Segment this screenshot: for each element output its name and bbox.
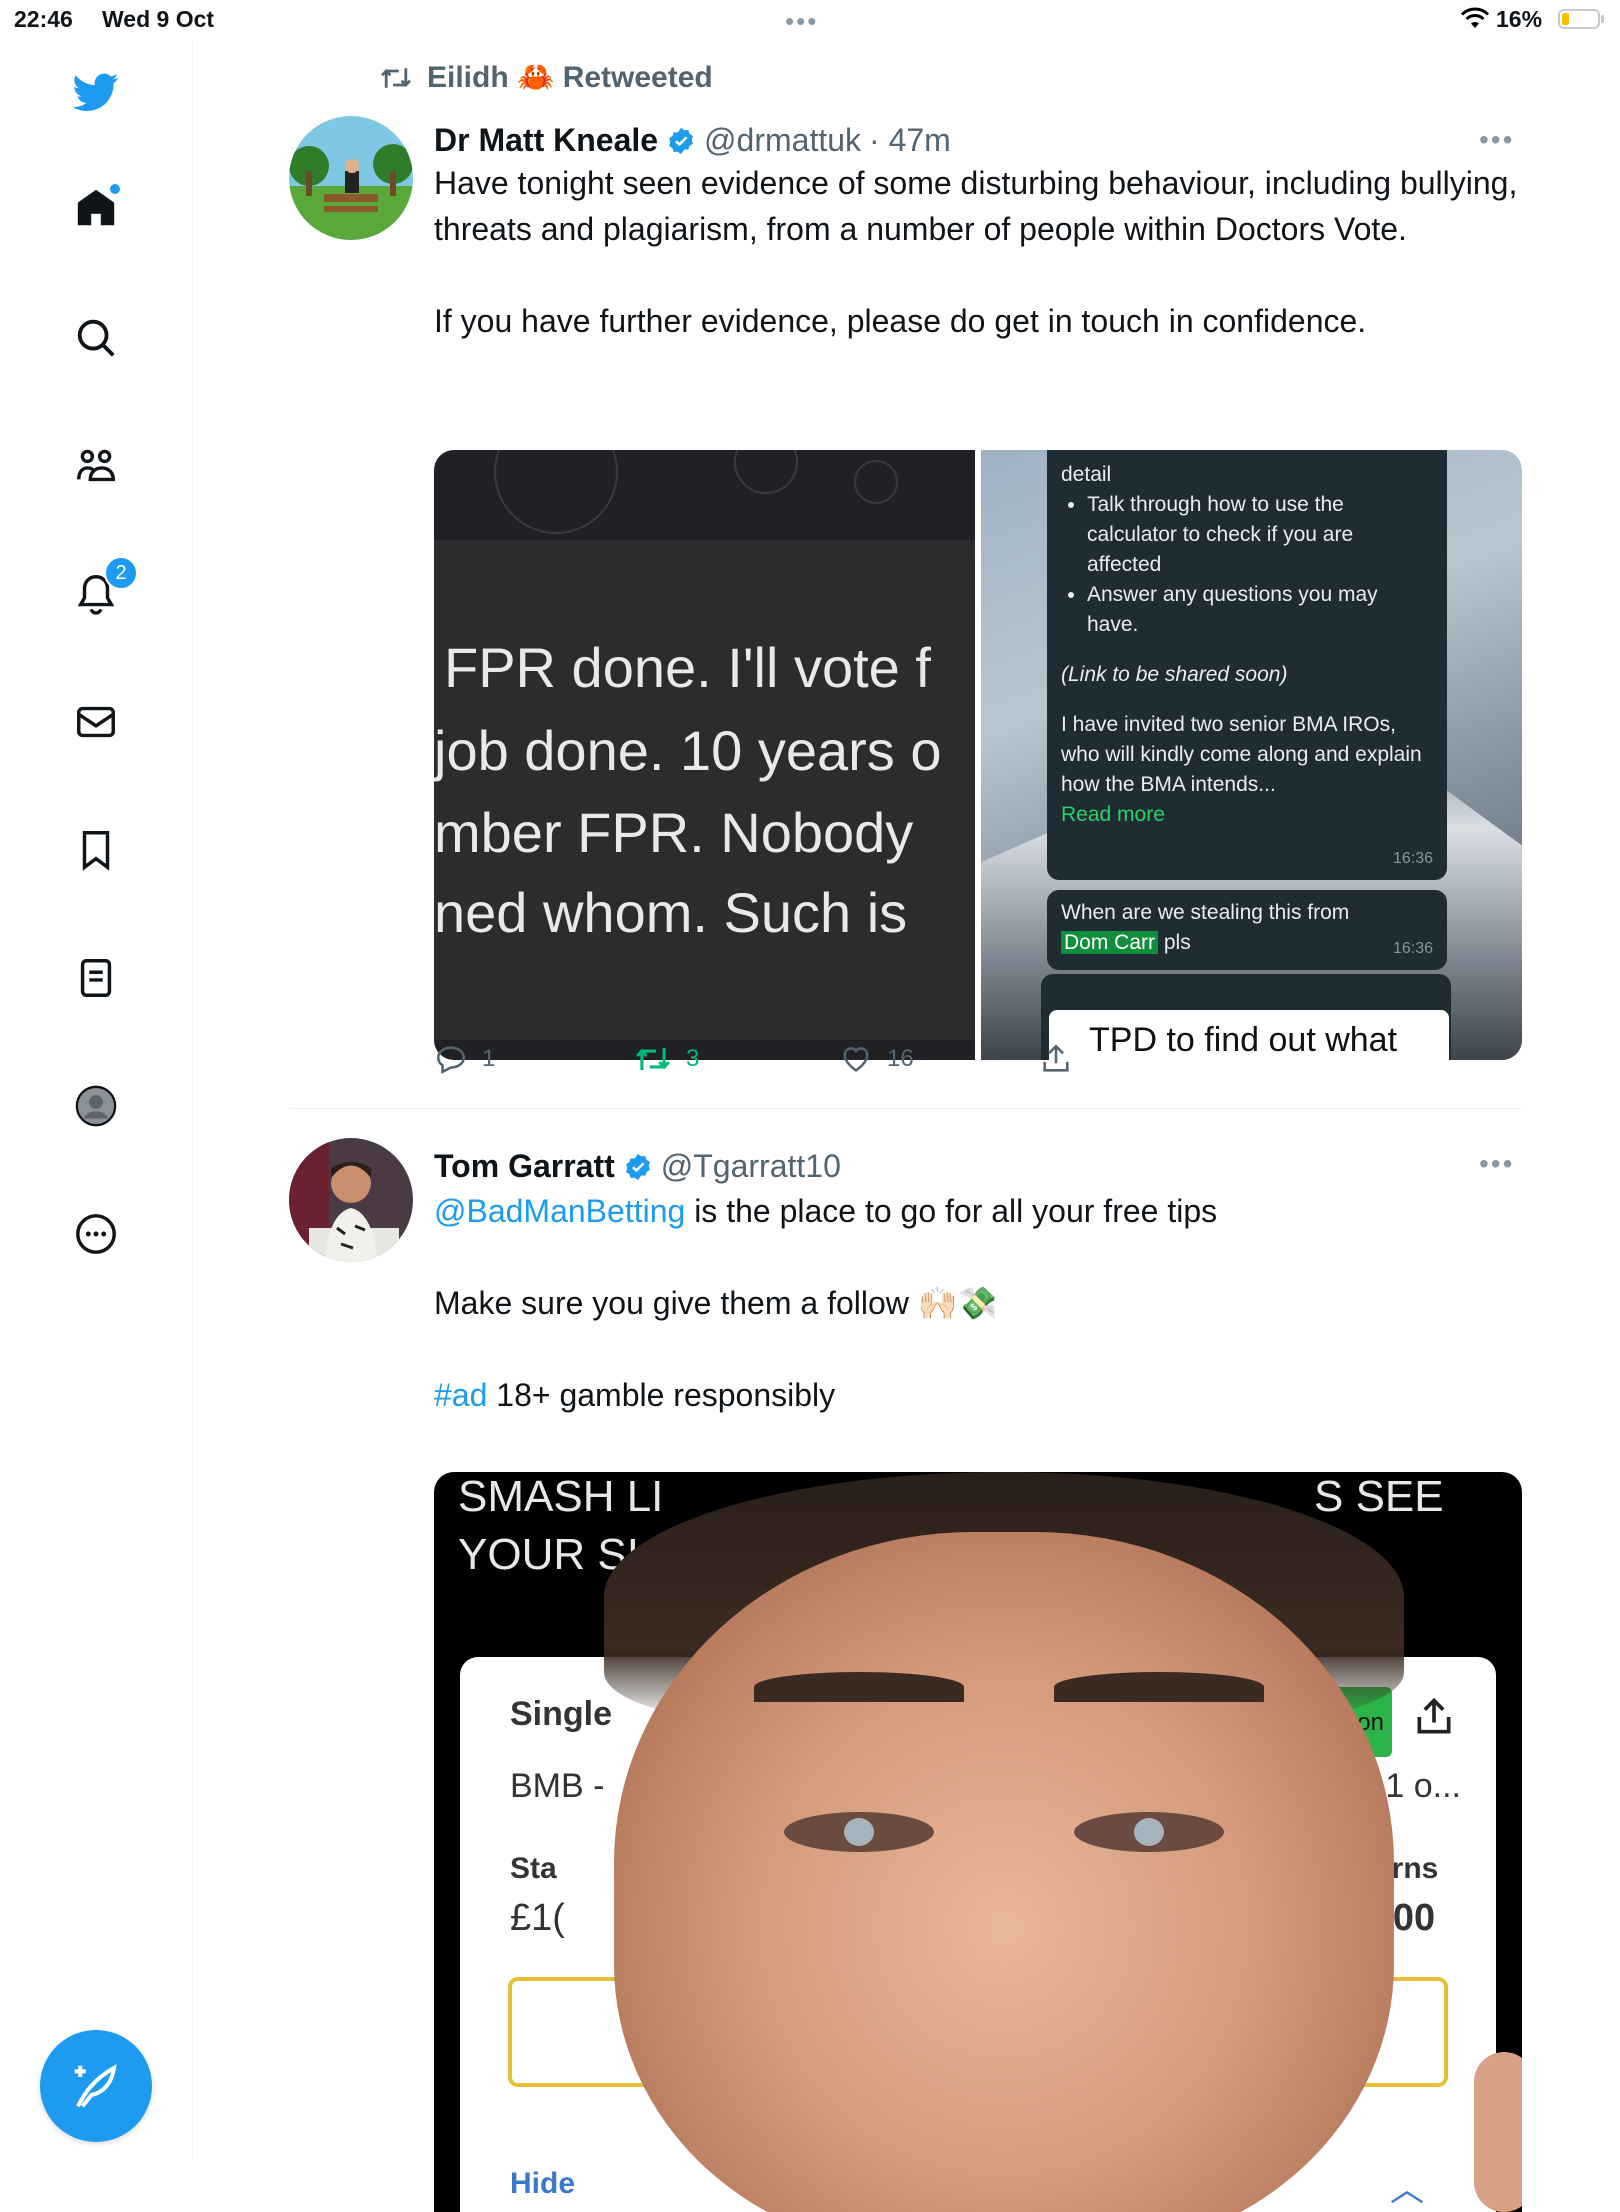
chevron-up-icon: ︿ bbox=[1390, 2171, 1424, 2209]
tweet-header: Dr Matt Kneale @drmattuk · 47m bbox=[434, 122, 951, 159]
image-text-line: mber FPR. Nobody bbox=[434, 801, 914, 864]
avatar[interactable] bbox=[289, 1138, 413, 1262]
wifi-icon bbox=[1460, 6, 1490, 35]
share-icon bbox=[1417, 1697, 1451, 1734]
share-button[interactable] bbox=[1039, 1042, 1073, 1076]
verified-badge-icon bbox=[625, 1153, 650, 1180]
author-name[interactable]: Tom Garratt bbox=[434, 1148, 615, 1185]
nav-home[interactable] bbox=[70, 182, 122, 234]
retweet-button[interactable]: 3 bbox=[634, 1042, 699, 1076]
nav-messages[interactable] bbox=[70, 696, 122, 748]
status-time: 22:46 bbox=[14, 6, 73, 32]
video-person bbox=[614, 1532, 1394, 2212]
tweet-video[interactable]: SMASH LI YOUR SI S SEE Single BMB - Sta … bbox=[434, 1472, 1522, 2212]
avatar[interactable] bbox=[289, 116, 413, 240]
tweet-time[interactable]: · 47m bbox=[869, 122, 951, 159]
nav-notifications[interactable]: 2 bbox=[70, 556, 138, 620]
chat-bubble: When are we stealing this from Dom Carr … bbox=[1047, 890, 1447, 970]
tweet-more-icon[interactable]: ••• bbox=[1479, 1148, 1514, 1180]
like-count: 16 bbox=[887, 1045, 914, 1072]
mail-icon bbox=[77, 706, 115, 738]
tweet-text: @BadManBetting is the place to go for al… bbox=[434, 1193, 1218, 1413]
retweet-icon bbox=[381, 67, 411, 88]
reply-icon bbox=[436, 1046, 466, 1074]
nav-profile[interactable] bbox=[70, 1080, 122, 1132]
status-date: Wed 9 Oct bbox=[102, 6, 215, 32]
nav-more[interactable] bbox=[70, 1208, 122, 1260]
notification-badge: 2 bbox=[104, 556, 138, 590]
video-player[interactable]: SMASH LI YOUR SI S SEE Single BMB - Sta … bbox=[434, 1472, 1522, 2212]
heart-icon bbox=[843, 1047, 869, 1072]
tweet[interactable]: Tom Garratt @Tgarratt10 ••• @BadManBetti… bbox=[289, 1138, 1522, 2212]
reply-count: 1 bbox=[482, 1045, 496, 1072]
more-circle-icon bbox=[76, 1214, 116, 1254]
retweeted-by-label: Eilidh 🦀 Retweeted bbox=[427, 61, 713, 94]
tweet-actions: 1 3 16 bbox=[434, 1042, 1134, 1092]
chat-bubble: detail Talk through how to use the calcu… bbox=[1047, 450, 1447, 880]
nav-lists[interactable] bbox=[70, 952, 122, 1004]
image-text-line: FPR done. I'll vote f bbox=[444, 636, 931, 699]
twitter-logo-icon[interactable] bbox=[70, 66, 122, 118]
multitasking-dots-icon[interactable]: ••• bbox=[785, 6, 818, 37]
nav-explore[interactable] bbox=[70, 312, 122, 364]
tweet-header: Tom Garratt @Tgarratt10 bbox=[434, 1148, 841, 1185]
tweet-divider bbox=[289, 1108, 1521, 1109]
media-image-1[interactable]: FPR done. I'll vote f job done. 10 years… bbox=[434, 450, 975, 1060]
image-text-line: job done. 10 years o bbox=[434, 719, 942, 782]
list-icon bbox=[80, 959, 112, 997]
unread-dot bbox=[110, 184, 120, 194]
image-text-line: ned whom. Such is bbox=[434, 881, 908, 944]
tweet-media-grid[interactable]: FPR done. I'll vote f job done. 10 years… bbox=[434, 450, 1522, 1060]
compose-tweet-button[interactable] bbox=[40, 2030, 152, 2142]
read-more-link: Read more bbox=[1061, 803, 1165, 826]
bookmark-icon bbox=[82, 831, 110, 871]
media-image-2[interactable]: detail Talk through how to use the calcu… bbox=[981, 450, 1522, 1060]
search-icon bbox=[77, 319, 115, 357]
tweet-text: Have tonight seen evidence of some distu… bbox=[434, 165, 1518, 339]
retweet-icon bbox=[636, 1047, 670, 1071]
author-handle[interactable]: @drmattuk bbox=[704, 122, 861, 159]
nav-bookmarks[interactable] bbox=[70, 824, 122, 876]
battery-icon bbox=[1558, 9, 1600, 29]
author-name[interactable]: Dr Matt Kneale bbox=[434, 122, 658, 159]
compose-feather-icon bbox=[74, 2064, 117, 2108]
tweet[interactable]: Dr Matt Kneale @drmattuk · 47m ••• Have … bbox=[289, 116, 1522, 1116]
profile-icon bbox=[75, 1085, 117, 1127]
like-button[interactable]: 16 bbox=[839, 1042, 914, 1076]
hashtag-link[interactable]: #ad bbox=[434, 1377, 487, 1413]
battery-percent: 16% bbox=[1496, 6, 1543, 32]
status-bar: 22:46 Wed 9 Oct ••• 16% bbox=[0, 0, 1620, 40]
retweet-count: 3 bbox=[686, 1045, 700, 1072]
communities-icon bbox=[77, 449, 115, 482]
mention-link[interactable]: @BadManBetting bbox=[434, 1193, 685, 1229]
retweet-context[interactable]: Eilidh 🦀 Retweeted bbox=[379, 60, 713, 95]
share-icon bbox=[1043, 1044, 1069, 1072]
sidebar: 2 bbox=[0, 40, 193, 2160]
reply-button[interactable]: 1 bbox=[434, 1042, 495, 1076]
verified-badge-icon bbox=[669, 127, 693, 154]
tweet-more-icon[interactable]: ••• bbox=[1479, 124, 1514, 156]
nav-communities[interactable] bbox=[70, 440, 122, 492]
author-handle[interactable]: @Tgarratt10 bbox=[661, 1148, 841, 1185]
